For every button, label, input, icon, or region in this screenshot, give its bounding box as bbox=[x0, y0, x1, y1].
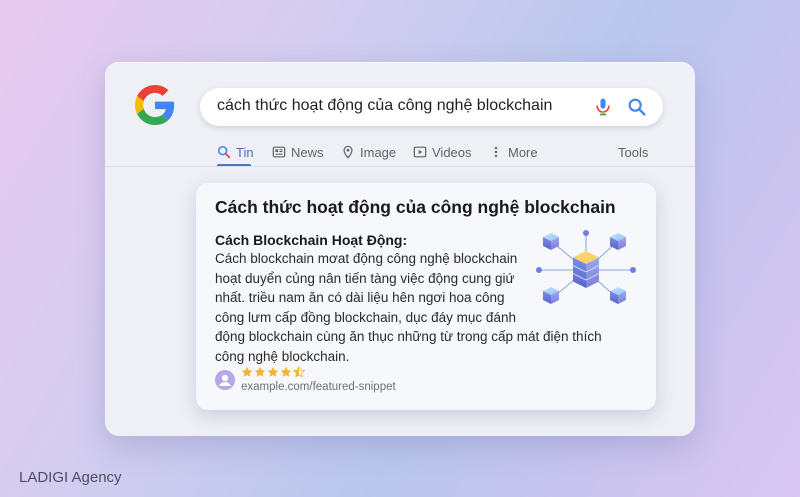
search-window: cách thức hoạt động của công nghệ blockc… bbox=[105, 62, 695, 436]
play-icon bbox=[413, 146, 427, 158]
snippet-line: công nghệ blockchain. bbox=[215, 348, 350, 364]
source-url-link[interactable]: example.com/featured-snippet bbox=[241, 381, 396, 393]
tabs-divider bbox=[105, 166, 695, 167]
agency-watermark: LADIGI Agency bbox=[19, 469, 122, 486]
star-icon bbox=[241, 366, 253, 377]
search-bar[interactable]: cách thức hoạt động của công nghệ blockc… bbox=[200, 88, 663, 126]
tab-more[interactable]: More bbox=[489, 140, 538, 164]
cube bbox=[610, 233, 626, 250]
star-icon bbox=[280, 366, 292, 377]
location-pin-icon bbox=[343, 145, 353, 159]
search-icon[interactable] bbox=[626, 96, 648, 118]
tab-label: Image bbox=[360, 144, 397, 160]
half-star-icon bbox=[293, 366, 305, 378]
snippet-title[interactable]: Cách thức hoạt động của công nghệ blockc… bbox=[215, 197, 616, 218]
search-icon bbox=[217, 145, 231, 159]
rating-stars bbox=[241, 366, 305, 378]
star-icon bbox=[267, 366, 279, 377]
tools-button[interactable]: Tools bbox=[618, 140, 648, 164]
blockchain-network-illustration bbox=[536, 230, 636, 304]
tab-label: Videos bbox=[432, 144, 472, 160]
star-icon bbox=[254, 366, 266, 377]
tab-tin[interactable]: Tin bbox=[217, 140, 254, 167]
tab-videos[interactable]: Videos bbox=[413, 140, 472, 164]
search-input[interactable]: cách thức hoạt động của công nghệ blockc… bbox=[217, 97, 552, 115]
avatar-icon bbox=[215, 370, 235, 390]
microphone-icon[interactable] bbox=[593, 97, 613, 117]
snippet-line: động blockchain cùng ăn thục những từ tr… bbox=[215, 329, 602, 344]
tab-label: News bbox=[291, 144, 324, 160]
news-icon bbox=[272, 146, 286, 158]
cube bbox=[543, 287, 559, 304]
featured-snippet-card: Cách thức hoạt động của công nghệ blockc… bbox=[196, 183, 656, 410]
tab-image[interactable]: Image bbox=[341, 140, 396, 164]
cube bbox=[543, 233, 559, 250]
cube bbox=[610, 287, 626, 304]
tab-label: Tin bbox=[236, 144, 254, 160]
central-stack bbox=[572, 251, 600, 288]
snippet-subtitle: Cách Blockchain Hoạt Động: bbox=[215, 232, 408, 248]
google-logo[interactable] bbox=[135, 85, 175, 125]
tab-news[interactable]: News bbox=[272, 140, 324, 164]
more-vertical-icon bbox=[494, 146, 498, 158]
tab-label: More bbox=[508, 144, 538, 160]
